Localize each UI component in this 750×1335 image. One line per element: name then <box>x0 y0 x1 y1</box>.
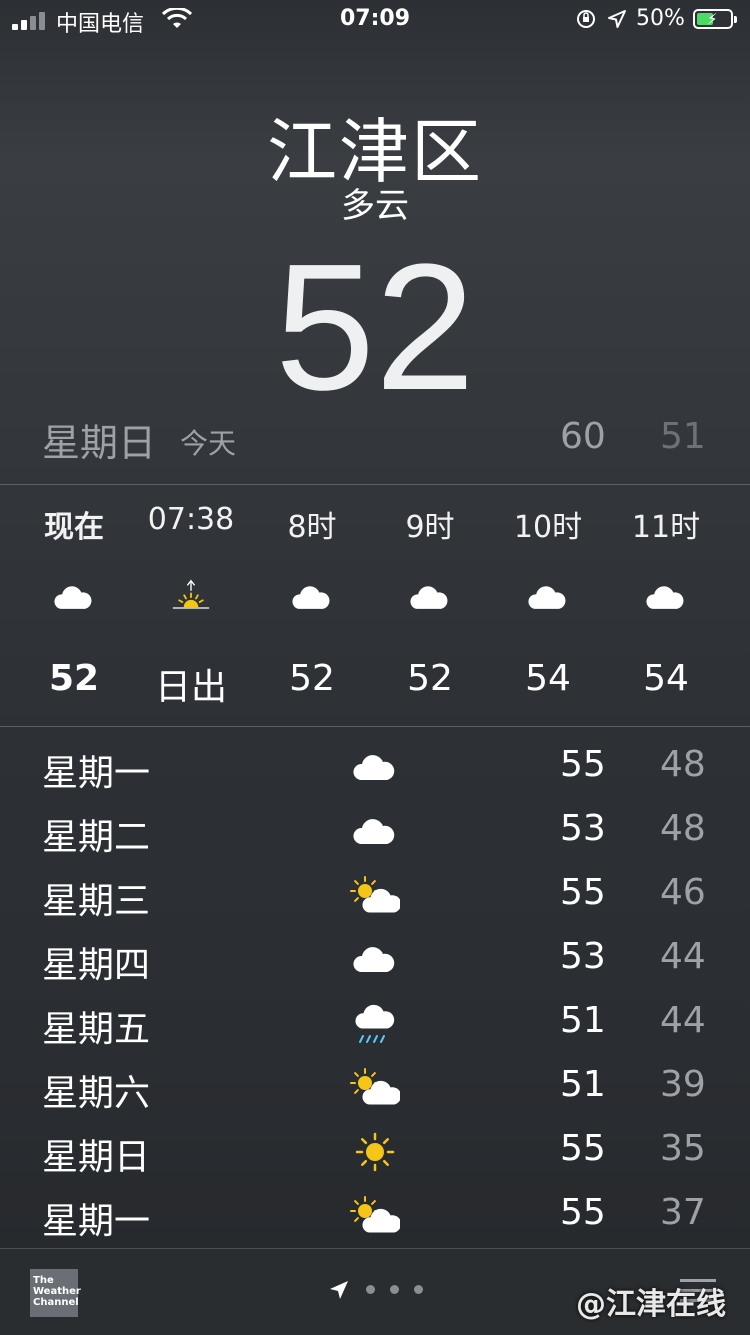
today-label: 今天 <box>180 427 237 460</box>
day-low: 48 <box>660 808 706 849</box>
hourly-forecast[interactable]: 现在 52 07:38 日出 8时 52 9时 52 10时 54 11时 54 <box>0 486 750 726</box>
today-summary: 星期日 今天 60 51 <box>42 412 706 465</box>
today-low: 51 <box>660 416 706 457</box>
daily-row: 星期三 55 46 <box>0 864 750 928</box>
cloud-icon <box>528 578 568 618</box>
watermark: @江津在线 <box>576 1287 726 1322</box>
battery-percent: 50% <box>636 6 685 31</box>
daily-row: 星期四 53 44 <box>0 928 750 992</box>
hour-temperature: 52 <box>407 658 453 699</box>
current-location-icon[interactable] <box>328 1279 350 1301</box>
partly-sunny-icon <box>350 1196 402 1236</box>
current-temperature: 52 <box>274 227 476 428</box>
sun-icon <box>350 1132 400 1172</box>
bottom-toolbar: The Weather Channel @江津在线 <box>0 1248 750 1335</box>
day-name: 星期四 <box>42 945 151 986</box>
weather-condition: 多云 <box>341 186 409 226</box>
weather-channel-logo[interactable]: The Weather Channel <box>30 1269 81 1317</box>
partly-sunny-icon <box>350 876 402 916</box>
day-name: 星期五 <box>42 1009 151 1050</box>
status-bar: 中国电信 07:09 50% ⚡ <box>0 0 750 40</box>
daily-row: 星期六 51 39 <box>0 1056 750 1120</box>
hour-temperature: 52 <box>48 658 100 699</box>
hour-label: 8时 <box>287 510 337 545</box>
daily-row: 星期一 55 37 <box>0 1184 750 1248</box>
day-high: 53 <box>560 808 606 849</box>
hour-label: 07:38 <box>147 502 235 537</box>
battery-icon: ⚡ <box>693 9 737 29</box>
hour-temperature: 52 <box>289 658 335 699</box>
hour-temperature: 54 <box>643 658 689 699</box>
day-name: 星期三 <box>42 881 151 922</box>
rotation-lock-icon <box>577 10 595 28</box>
hour-label: 9时 <box>405 510 455 545</box>
day-name: 星期日 <box>42 1137 151 1178</box>
day-low: 35 <box>660 1128 706 1169</box>
day-high: 53 <box>560 936 606 977</box>
page-dot[interactable] <box>390 1285 399 1294</box>
daily-row: 星期日 55 35 <box>0 1120 750 1184</box>
cloud-icon <box>646 578 686 618</box>
day-high: 55 <box>560 1128 606 1169</box>
day-name: 星期一 <box>42 1201 151 1242</box>
cloud-icon <box>350 748 400 788</box>
day-low: 37 <box>660 1192 706 1233</box>
day-high: 55 <box>560 744 606 785</box>
daily-row: 星期一 55 48 <box>0 736 750 800</box>
day-name: 星期二 <box>42 817 151 858</box>
day-name: 星期六 <box>42 1073 151 1114</box>
sunrise-icon <box>171 578 211 618</box>
hour-label: 10时 <box>513 510 583 545</box>
rain-icon <box>350 1004 400 1044</box>
page-dot[interactable] <box>366 1285 375 1294</box>
day-low: 46 <box>660 872 706 913</box>
day-high: 55 <box>560 872 606 913</box>
hour-temperature: 54 <box>525 658 571 699</box>
partly-sunny-icon <box>350 1068 402 1108</box>
daily-row: 星期二 53 48 <box>0 800 750 864</box>
day-low: 39 <box>660 1064 706 1105</box>
charging-bolt-icon: ⚡ <box>707 10 718 28</box>
day-low: 48 <box>660 744 706 785</box>
day-low: 44 <box>660 936 706 977</box>
today-high: 60 <box>560 416 606 457</box>
cloud-icon <box>292 578 332 618</box>
day-name: 星期一 <box>42 753 151 794</box>
day-low: 44 <box>660 1000 706 1041</box>
day-high: 51 <box>560 1064 606 1105</box>
divider <box>0 484 750 485</box>
today-day-name: 星期日 <box>42 421 157 465</box>
cloud-icon <box>350 812 400 852</box>
day-high: 51 <box>560 1000 606 1041</box>
cloud-icon <box>350 940 400 980</box>
page-dot[interactable] <box>414 1285 423 1294</box>
location-arrow-icon <box>608 10 626 28</box>
hour-temperature: 日出 <box>154 667 227 708</box>
daily-row: 星期五 51 44 <box>0 992 750 1056</box>
hour-label: 11时 <box>631 510 701 545</box>
cloud-icon <box>54 578 94 618</box>
divider <box>0 726 750 727</box>
hour-label: 现在 <box>44 510 104 545</box>
day-high: 55 <box>560 1192 606 1233</box>
cloud-icon <box>410 578 450 618</box>
